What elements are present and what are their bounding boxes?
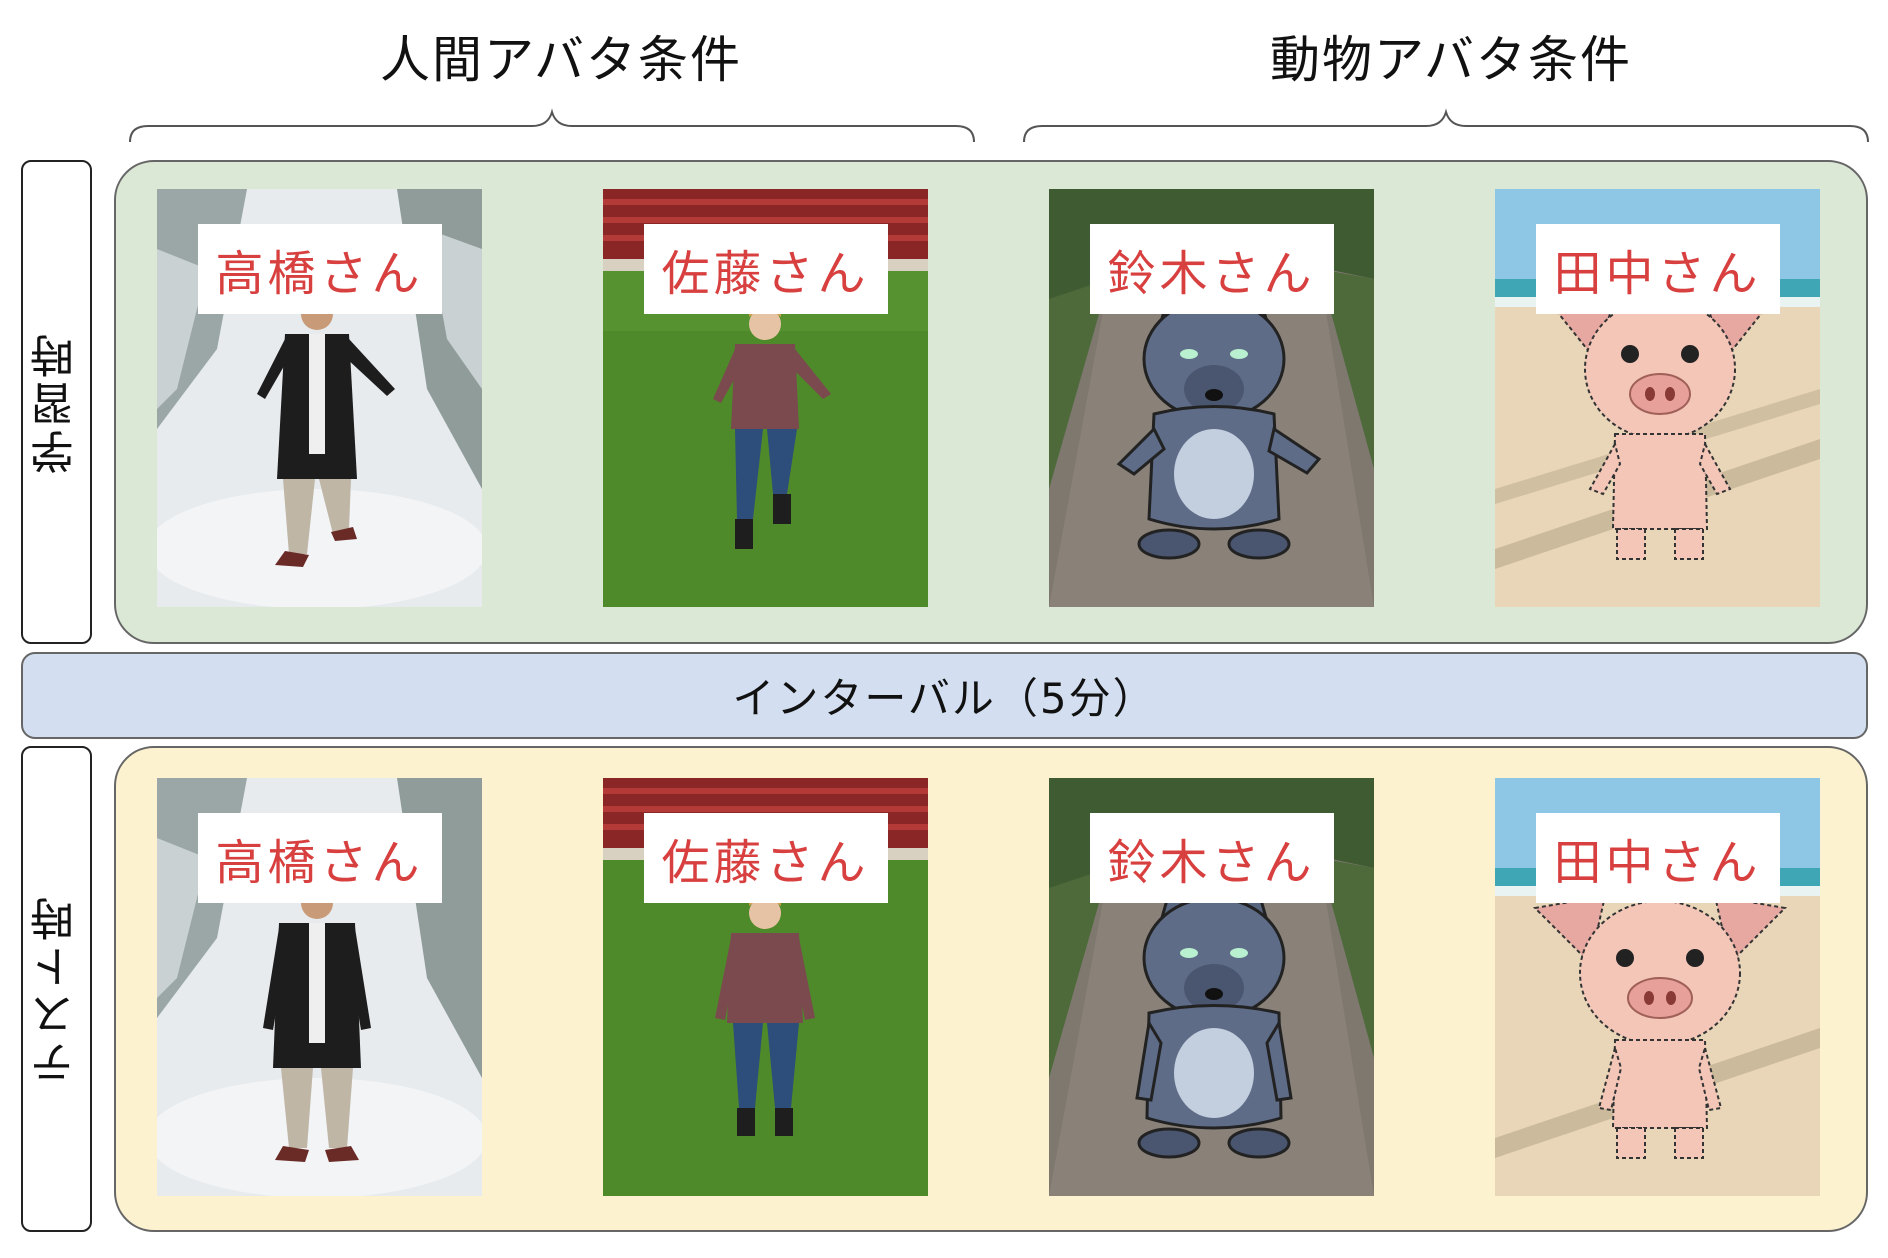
avatar-name-tag: 高橋さん — [197, 224, 442, 314]
avatar-name-tag: 佐藤さん — [643, 224, 888, 314]
avatar-name-tag: 佐藤さん — [643, 813, 888, 903]
human-condition-brace — [129, 108, 975, 143]
human-condition-title: 人間アバタ条件 — [380, 31, 742, 89]
interval-bar: インターバル（5分） — [21, 652, 1868, 739]
avatar-name-tag: 田中さん — [1535, 813, 1780, 903]
avatar-card-suzuki-learning: 鈴木さん — [1049, 189, 1374, 607]
learning-phase-label: 学習時 — [21, 160, 92, 644]
avatar-name-tag: 鈴木さん — [1089, 813, 1334, 903]
avatar-name-tag: 田中さん — [1535, 224, 1780, 314]
test-phase-text: テスト時 — [30, 893, 82, 1085]
avatar-card-takahashi-test: 高橋さん — [157, 778, 482, 1196]
avatar-card-tanaka-learning: 田中さん — [1495, 189, 1820, 607]
avatar-card-takahashi-learning: 高橋さん — [157, 189, 482, 607]
avatar-card-sato-learning: 佐藤さん — [603, 189, 928, 607]
avatar-name-tag: 高橋さん — [197, 813, 442, 903]
avatar-card-sato-test: 佐藤さん — [603, 778, 928, 1196]
animal-condition-title: 動物アバタ条件 — [1270, 31, 1632, 89]
animal-condition-brace — [1023, 108, 1869, 143]
avatar-card-suzuki-test: 鈴木さん — [1049, 778, 1374, 1196]
avatar-card-tanaka-test: 田中さん — [1495, 778, 1820, 1196]
learning-phase-text: 学習時 — [30, 330, 82, 474]
avatar-name-tag: 鈴木さん — [1089, 224, 1334, 314]
test-phase-label: テスト時 — [21, 746, 92, 1232]
